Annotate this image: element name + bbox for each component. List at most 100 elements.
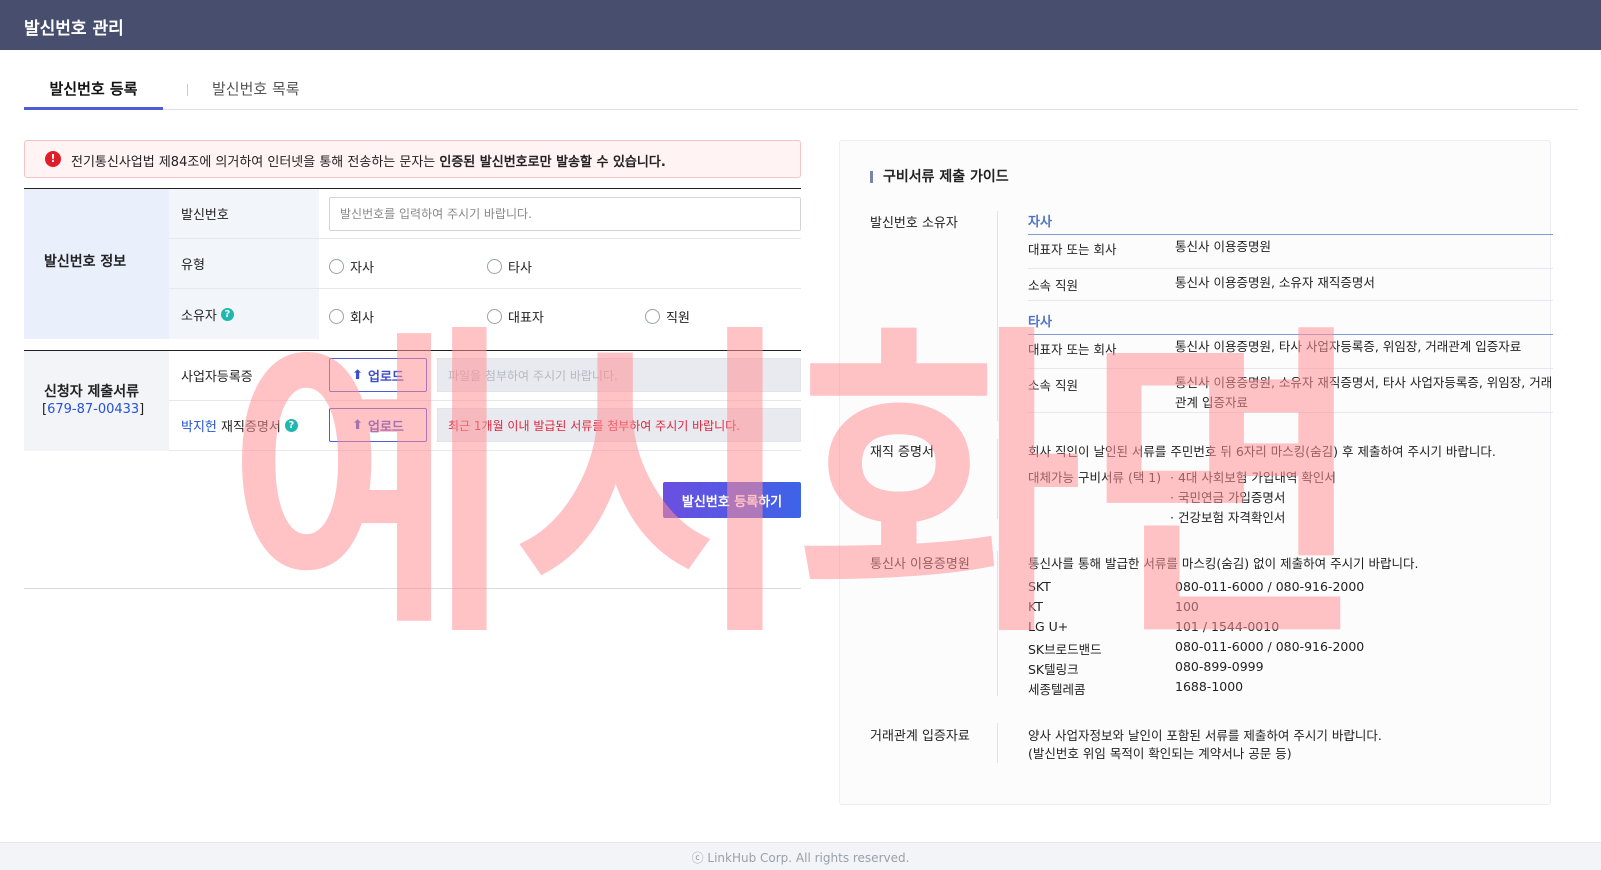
guide-alt-item: · 건강보험 자격확인서 [1170, 510, 1286, 525]
radio-owner-employee[interactable]: 직원 [645, 307, 690, 326]
row-number: 발신번호 [169, 189, 801, 239]
radio-circle-icon [645, 309, 660, 324]
guide-row-value: 통신사 이용증명원, 소유자 재직증명서, 타사 사업자등록증, 위임장, 거래… [1175, 375, 1553, 410]
radio-label: 대표자 [508, 311, 544, 326]
biz-doc-label: 사업자등록증 [169, 351, 319, 400]
guide-telecom-note: 통신사를 통해 발급한 서류를 마스킹(숨김) 없이 제출하여 주시기 바랍니다… [1028, 556, 1419, 571]
help-icon[interactable]: ? [220, 307, 234, 321]
tab-register[interactable]: 발신번호 등록 [24, 78, 163, 110]
copyright-text: ⓒ LinkHub Corp. All rights reserved. [691, 851, 910, 865]
guide-divider [997, 551, 998, 696]
guide-divider [997, 439, 998, 519]
carrier-tel: 080-011-6000 / 080-916-2000 [1175, 579, 1365, 594]
radio-owner-company[interactable]: 회사 [329, 307, 374, 326]
sender-number-input[interactable] [329, 197, 801, 231]
tab-bar: 발신번호 등록 발신번호 목록 [24, 78, 1578, 110]
guide-panel: 구비서류 제출 가이드 발신번호 소유자 자사 대표자 또는 회사 통신사 이용증… [839, 140, 1553, 805]
radio-label: 타사 [508, 261, 532, 276]
row-employ-doc: 박지헌 재직증명서? ⬆ 업로드 최근 1개월 이내 발급된 서류를 첨부하여 주… [169, 401, 801, 451]
biz-doc-file-field[interactable]: 파일을 첨부하여 주시기 바랍니다. [437, 358, 801, 392]
guide-owner-label: 발신번호 소유자 [870, 216, 958, 231]
row-type: 유형 자사 타사 [169, 239, 801, 289]
carrier-name: SK텔링크 [1028, 662, 1079, 677]
guide-divider [997, 211, 998, 421]
guide-employ-note: 회사 직인이 날인된 서류를 주민번호 뒤 6자리 마스킹(숨김) 후 제출하여… [1028, 444, 1496, 459]
tab-list-label: 발신번호 목록 [212, 80, 300, 98]
guide-trade-label: 거래관계 입증자료 [870, 729, 970, 744]
radio-circle-icon [329, 309, 344, 324]
footer: ⓒ LinkHub Corp. All rights reserved. [0, 842, 1601, 870]
radio-circle-icon [329, 259, 344, 274]
guide-trade-line1: 양사 사업자정보와 날인이 포함된 서류를 제출하여 주시기 바랍니다. [1028, 728, 1382, 743]
guide-alt-item: · 4대 사회보험 가입내역 확인서 [1170, 470, 1336, 485]
help-icon[interactable]: ? [284, 419, 298, 432]
guide-row-value: 통신사 이용증명원, 타사 사업자등록증, 위임장, 거래관계 입증자료 [1175, 339, 1522, 354]
upload-icon: ⬆ [352, 367, 363, 383]
guide-row-key: 대표자 또는 회사 [1028, 342, 1117, 357]
sender-info-form: 발신번호 정보 발신번호 유형 자사 타사 소유자? 회사 대표자 직원 [24, 188, 801, 339]
guide-alt-text: 4대 사회보험 가입내역 확인서 [1177, 470, 1336, 485]
biz-no-link[interactable]: 679-87-00433 [47, 402, 139, 417]
radio-type-own[interactable]: 자사 [329, 257, 374, 276]
employ-doc-file-field[interactable]: 최근 1개월 이내 발급된 서류를 첨부하여 주시기 바랍니다. [437, 408, 801, 442]
radio-circle-icon [487, 309, 502, 324]
biz-no: [679-87-00433] [42, 402, 145, 417]
guide-title: 구비서류 제출 가이드 [870, 170, 1009, 184]
guide-alt-text: 건강보험 자격확인서 [1177, 510, 1286, 525]
register-submit-button[interactable]: 발신번호 등록하기 [663, 482, 801, 518]
guide-row-value: 통신사 이용증명원, 소유자 재직증명서 [1175, 275, 1375, 290]
radio-owner-ceo[interactable]: 대표자 [487, 307, 544, 326]
guide-alt-item: · 국민연금 가입증명서 [1170, 490, 1286, 505]
carrier-tel: 080-011-6000 / 080-916-2000 [1175, 639, 1365, 654]
carrier-name: 세종텔레콤 [1028, 682, 1086, 697]
guide-employ-label: 재직 증명서 [870, 445, 934, 460]
row-owner: 소유자? 회사 대표자 직원 [169, 289, 801, 339]
owner-label: 소유자? [169, 289, 319, 339]
docs-title: 신청자 제출서류 [44, 384, 140, 400]
upload-icon: ⬆ [352, 417, 363, 433]
carrier-name: SKT [1028, 579, 1051, 594]
guide-alt-label: 대체가능 구비서류 (택 1) [1028, 470, 1162, 485]
docs-form: 신청자 제출서류 [679-87-00433] 사업자등록증 ⬆ 업로드 파일을 … [24, 350, 801, 451]
form-bottom-divider [24, 588, 801, 589]
carrier-name: SK브로드밴드 [1028, 642, 1102, 657]
row-biz-doc: 사업자등록증 ⬆ 업로드 파일을 첨부하여 주시기 바랍니다. [169, 351, 801, 401]
sender-info-title: 발신번호 정보 [44, 254, 127, 270]
guide-row: 소속 직원 통신사 이용증명원, 소유자 재직증명서, 타사 사업자등록증, 위임… [1028, 369, 1553, 413]
guide-divider [997, 723, 998, 763]
notice-alert: ! 전기통신사업법 제84조에 의거하여 인터넷을 통해 전송하는 문자는 인증… [24, 140, 801, 178]
carrier-name: LG U+ [1028, 619, 1069, 634]
alert-text-bold: 인증된 발신번호로만 발송할 수 있습니다. [439, 155, 666, 170]
upload-biz-doc-button[interactable]: ⬆ 업로드 [329, 358, 427, 392]
alert-icon: ! [45, 151, 61, 167]
docs-header: 신청자 제출서류 [679-87-00433] [24, 351, 169, 451]
guide-row: 대표자 또는 회사 통신사 이용증명원, 타사 사업자등록증, 위임장, 거래관계… [1028, 339, 1553, 369]
radio-label: 자사 [350, 261, 374, 276]
top-header: 발신번호 관리 [0, 0, 1601, 50]
guide-row-key: 소속 직원 [1028, 278, 1078, 293]
number-label: 발신번호 [169, 189, 319, 238]
carrier-tel: 100 [1175, 599, 1199, 614]
upload-employ-doc-button[interactable]: ⬆ 업로드 [329, 408, 427, 442]
alert-text-normal: 전기통신사업법 제84조에 의거하여 인터넷을 통해 전송하는 문자는 [71, 155, 440, 170]
radio-circle-icon [487, 259, 502, 274]
guide-other-head: 타사 [1028, 311, 1553, 335]
alert-text: 전기통신사업법 제84조에 의거하여 인터넷을 통해 전송하는 문자는 인증된 … [71, 151, 666, 170]
carrier-name: KT [1028, 599, 1043, 614]
guide-row: 소속 직원 통신사 이용증명원, 소유자 재직증명서 [1028, 269, 1553, 301]
guide-alt-text: 국민연금 가입증명서 [1177, 490, 1286, 505]
tab-list[interactable]: 발신번호 목록 [187, 78, 300, 110]
page-title: 발신번호 관리 [24, 19, 124, 39]
employ-doc-label-text: 재직증명서 [221, 420, 281, 435]
upload-label: 업로드 [368, 369, 404, 385]
type-label: 유형 [169, 239, 319, 288]
carrier-tel: 1688-1000 [1175, 679, 1244, 694]
sender-info-header: 발신번호 정보 [24, 189, 169, 339]
guide-row-value: 통신사 이용증명원 [1175, 239, 1271, 254]
radio-type-other[interactable]: 타사 [487, 257, 532, 276]
guide-row-key: 소속 직원 [1028, 378, 1078, 393]
guide-row-key: 대표자 또는 회사 [1028, 242, 1117, 257]
employee-name: 박지헌 [181, 420, 217, 435]
guide-trade-line2: (발신번호 위임 목적이 확인되는 계약서나 공문 등) [1028, 746, 1292, 761]
carrier-tel: 080-899-0999 [1175, 659, 1264, 674]
